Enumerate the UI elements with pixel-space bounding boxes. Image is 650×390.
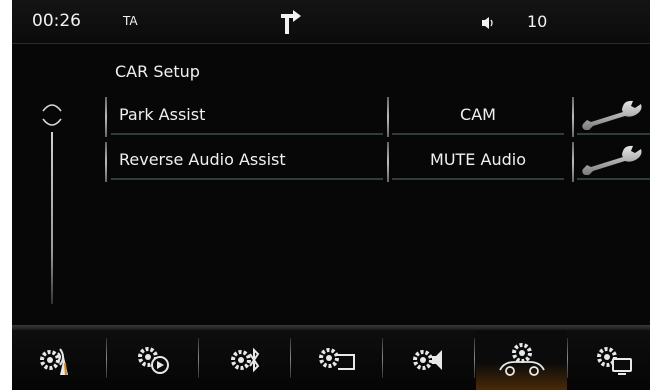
tab-bluetooth-settings[interactable]	[200, 330, 291, 390]
gear-screen-icon	[596, 347, 632, 375]
tab-divider	[198, 338, 199, 378]
scroll-down-icon[interactable]	[41, 114, 63, 126]
tab-screen-settings[interactable]	[569, 330, 650, 390]
setting-label: Park Assist	[119, 105, 206, 124]
page-title: CAR Setup	[115, 62, 200, 81]
volume-level: 10	[527, 12, 548, 31]
turn-right-arrow-icon[interactable]	[277, 8, 305, 36]
divider	[572, 97, 574, 137]
wrench-icon	[582, 100, 642, 130]
divider	[105, 142, 107, 182]
speaker-icon[interactable]	[481, 15, 497, 31]
setting-row-reverse-audio-assist: Reverse Audio Assist MUTE Audio	[105, 142, 650, 182]
scroll-up-icon[interactable]	[41, 98, 63, 112]
clock: 00:26	[32, 11, 81, 31]
settings-wrench-button[interactable]	[577, 142, 650, 180]
setting-value-button[interactable]: MUTE Audio	[392, 142, 564, 180]
tab-display-settings[interactable]	[292, 330, 383, 390]
gear-bluetooth-icon	[230, 347, 259, 373]
settings-wrench-button[interactable]	[577, 97, 650, 135]
gear-car-icon	[498, 343, 545, 376]
wrench-icon	[582, 145, 642, 175]
divider	[387, 142, 389, 182]
setting-label-button[interactable]: Reverse Audio Assist	[111, 142, 383, 180]
settings-tab-bar	[12, 330, 650, 390]
setting-label: Reverse Audio Assist	[119, 150, 286, 169]
setting-value-button[interactable]: CAM	[392, 97, 564, 135]
tab-radio-settings[interactable]	[12, 330, 103, 390]
tab-divider	[474, 338, 475, 378]
tab-divider	[382, 338, 383, 378]
setting-value: MUTE Audio	[430, 150, 526, 169]
tab-divider	[567, 338, 568, 378]
gear-antenna-icon	[39, 348, 68, 376]
divider	[572, 142, 574, 182]
scrollbar[interactable]	[51, 132, 53, 304]
tab-divider	[106, 338, 107, 378]
tab-divider	[290, 338, 291, 378]
divider	[387, 97, 389, 137]
tab-audio-settings[interactable]	[384, 330, 475, 390]
status-bar: 00:26 TA 10	[12, 0, 650, 44]
setting-value: CAM	[460, 105, 496, 124]
setting-row-park-assist: Park Assist CAM	[105, 97, 650, 137]
tab-media-settings[interactable]	[108, 330, 199, 390]
divider	[105, 97, 107, 137]
gear-speaker-icon	[412, 350, 442, 370]
gear-play-icon	[137, 347, 169, 374]
tab-car-settings[interactable]	[476, 330, 567, 390]
setting-label-button[interactable]: Park Assist	[111, 97, 383, 135]
traffic-announcement-indicator[interactable]: TA	[123, 14, 138, 28]
car-setup-screen: 00:26 TA 10 CAR Setup Park Assist CAM Re…	[12, 0, 650, 390]
gear-display-icon	[318, 348, 355, 370]
